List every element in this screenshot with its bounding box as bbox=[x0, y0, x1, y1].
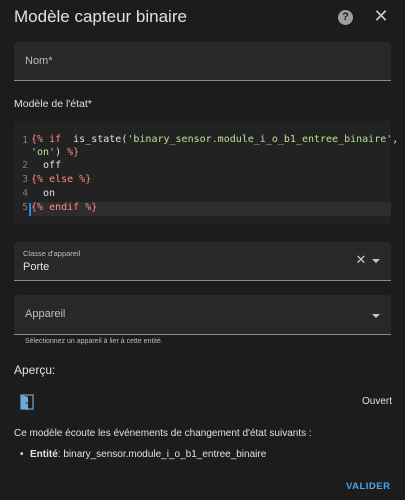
code-token: endif bbox=[43, 202, 86, 213]
dialog-header: Modèle capteur binaire ? ✕ bbox=[0, 0, 405, 38]
code-token: %} bbox=[85, 202, 98, 213]
code-token: 'on' bbox=[31, 147, 56, 158]
code-token: if bbox=[43, 134, 68, 145]
listener-prefix: Entité bbox=[30, 449, 58, 460]
preview-label: Aperçu: bbox=[14, 363, 56, 377]
code-token: %} bbox=[61, 147, 80, 158]
door-open-icon bbox=[20, 394, 34, 410]
code-token: , bbox=[392, 134, 399, 145]
device-class-label: Classe d'appareil bbox=[23, 249, 81, 258]
listener-item: • Entité: binary_sensor.module_i_o_b1_ent… bbox=[20, 449, 267, 460]
code-token: {% bbox=[31, 174, 44, 185]
state-template-editor[interactable]: 1 2 3 4 5 {% if is_state('binary_sensor.… bbox=[14, 121, 398, 224]
code-line-2: off bbox=[31, 160, 62, 171]
line-number: 3 bbox=[22, 174, 28, 185]
code-token: else bbox=[43, 174, 80, 185]
device-label: Appareil bbox=[25, 308, 66, 320]
close-icon[interactable]: ✕ bbox=[371, 6, 391, 26]
line-number: 4 bbox=[22, 188, 28, 199]
bullet: • bbox=[20, 449, 24, 460]
submit-button[interactable]: VALIDER bbox=[346, 481, 391, 492]
device-class-select[interactable]: Classe d'appareil Porte ✕ bbox=[14, 242, 391, 281]
code-token: 'binary_sensor.module_i_o_b1_entree_bina… bbox=[127, 134, 393, 145]
dialog-title: Modèle capteur binaire bbox=[14, 7, 187, 26]
code-line-4: on bbox=[31, 188, 56, 199]
line-gutter: 1 2 3 4 5 bbox=[14, 121, 30, 224]
chevron-down-icon[interactable] bbox=[372, 259, 380, 263]
listener-value: binary_sensor.module_i_o_b1_entree_binai… bbox=[63, 449, 267, 460]
device-class-value: Porte bbox=[23, 261, 50, 273]
code-line-1: {% if is_state('binary_sensor.module_i_o… bbox=[31, 134, 398, 145]
device-select[interactable]: Appareil bbox=[14, 295, 391, 335]
preview-state: Ouvert bbox=[362, 396, 393, 407]
line-number: 1 bbox=[22, 135, 28, 146]
clear-icon[interactable]: ✕ bbox=[354, 253, 368, 267]
chevron-down-icon[interactable] bbox=[372, 314, 380, 318]
template-dialog: Modèle capteur binaire ? ✕ Nom* Modèle d… bbox=[0, 0, 405, 500]
line-number: 5 bbox=[22, 202, 28, 213]
code-line-1-wrap: 'on') %} bbox=[31, 147, 79, 158]
name-field-label: Nom* bbox=[25, 55, 53, 67]
code-token: {% bbox=[31, 202, 44, 213]
code-line-3: {% else %} bbox=[31, 174, 91, 185]
code-token: {% bbox=[31, 134, 44, 145]
name-field[interactable]: Nom* bbox=[14, 42, 391, 81]
line-number: 2 bbox=[22, 160, 28, 171]
device-helper-text: Sélectionnez un appareil à lier à cette … bbox=[25, 338, 163, 345]
code-token: is_state( bbox=[67, 134, 128, 145]
help-icon[interactable]: ? bbox=[338, 10, 353, 25]
listeners-intro: Ce modèle écoute les événements de chang… bbox=[14, 428, 312, 439]
state-template-label: Modèle de l'état* bbox=[14, 98, 92, 110]
code-line-5: {% endif %} bbox=[31, 202, 97, 213]
code-token: %} bbox=[79, 174, 92, 185]
